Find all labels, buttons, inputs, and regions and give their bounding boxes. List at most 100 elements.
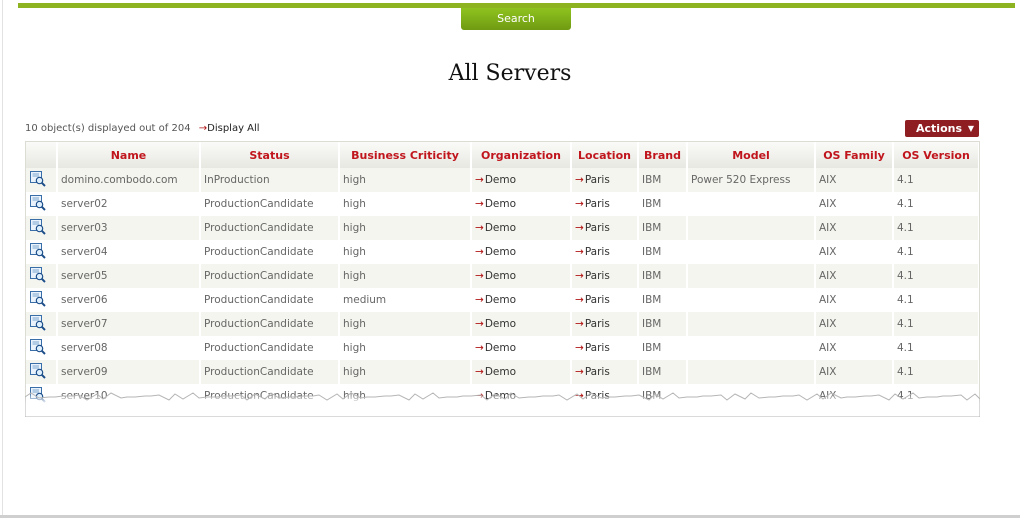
cell-organization[interactable]: →Demo (471, 360, 572, 384)
cell-status: InProduction (200, 168, 340, 192)
column-header-organization[interactable]: Organization (471, 142, 572, 168)
cell-organization[interactable]: →Demo (471, 264, 572, 288)
location-link[interactable]: Paris (585, 366, 610, 378)
column-header-status[interactable]: Status (200, 142, 340, 168)
organization-link[interactable]: Demo (485, 366, 516, 378)
organization-link[interactable]: Demo (485, 246, 516, 258)
cell-name: server08 (57, 336, 201, 360)
cell-model (687, 336, 816, 360)
result-count-text: 10 object(s) displayed out of 204 (25, 123, 191, 134)
magnifier-details-icon[interactable] (30, 362, 46, 382)
cell-name: server09 (57, 360, 201, 384)
row-details-cell (26, 336, 58, 360)
location-link[interactable]: Paris (585, 270, 610, 282)
organization-link[interactable]: Demo (485, 318, 516, 330)
cell-location[interactable]: →Paris (571, 168, 639, 192)
cell-brand: IBM (638, 312, 688, 336)
cell-brand: IBM (638, 360, 688, 384)
magnifier-details-icon[interactable] (30, 194, 46, 214)
cell-os-family: AIX (815, 288, 894, 312)
cell-location[interactable]: →Paris (571, 288, 639, 312)
location-link[interactable]: Paris (585, 342, 610, 354)
location-link[interactable]: Paris (585, 198, 610, 210)
cell-organization[interactable]: →Demo (471, 216, 572, 240)
arrow-right-icon: → (475, 342, 484, 354)
column-header-location[interactable]: Location (571, 142, 639, 168)
actions-button-label: Actions (916, 122, 962, 135)
cell-os-version: 4.1 (893, 288, 979, 312)
cell-organization[interactable]: →Demo (471, 312, 572, 336)
arrow-right-icon: → (475, 318, 484, 330)
table-row[interactable]: server04 ProductionCandidate high →Demo →Par… (26, 240, 979, 264)
column-header-os-version[interactable]: OS Version (893, 142, 979, 168)
organization-link[interactable]: Demo (485, 342, 516, 354)
cell-location[interactable]: →Paris (571, 192, 639, 216)
column-header-name[interactable]: Name (57, 142, 201, 168)
search-tab-button[interactable]: Search (461, 8, 571, 30)
cell-os-family: AIX (815, 192, 894, 216)
location-link[interactable]: Paris (585, 222, 610, 234)
magnifier-details-icon[interactable] (30, 218, 46, 238)
cell-os-version: 4.1 (893, 168, 979, 192)
organization-link[interactable]: Demo (485, 294, 516, 306)
cell-os-family: AIX (815, 264, 894, 288)
cell-organization[interactable]: →Demo (471, 192, 572, 216)
cell-organization[interactable]: →Demo (471, 336, 572, 360)
column-header-os-family[interactable]: OS Family (815, 142, 894, 168)
magnifier-details-icon[interactable] (30, 338, 46, 358)
location-link[interactable]: Paris (585, 246, 610, 258)
cell-organization[interactable]: →Demo (471, 168, 572, 192)
cell-location[interactable]: →Paris (571, 264, 639, 288)
cell-brand: IBM (638, 264, 688, 288)
table-row[interactable]: server07 ProductionCandidate high →Demo →Par… (26, 312, 979, 336)
arrow-right-icon: → (475, 198, 484, 210)
magnifier-details-icon[interactable] (30, 266, 46, 286)
arrow-right-icon: → (475, 246, 484, 258)
cell-location[interactable]: →Paris (571, 336, 639, 360)
torn-page-edge (25, 392, 980, 417)
organization-link[interactable]: Demo (485, 198, 516, 210)
magnifier-details-icon[interactable] (30, 314, 46, 334)
organization-link[interactable]: Demo (485, 270, 516, 282)
magnifier-details-icon[interactable] (30, 242, 46, 262)
arrow-right-icon: → (575, 246, 584, 258)
servers-table-container: Name Status Business Criticity Organizat… (25, 141, 980, 410)
location-link[interactable]: Paris (585, 318, 610, 330)
column-header-brand[interactable]: Brand (638, 142, 688, 168)
table-row[interactable]: server05 ProductionCandidate high →Demo →Par… (26, 264, 979, 288)
arrow-right-icon: → (575, 294, 584, 306)
column-header-business-criticity[interactable]: Business Criticity (339, 142, 472, 168)
cell-organization[interactable]: →Demo (471, 288, 572, 312)
cell-business-criticity: high (339, 192, 472, 216)
cell-location[interactable]: →Paris (571, 240, 639, 264)
caret-down-icon: ▼ (967, 124, 974, 133)
arrow-right-icon: → (475, 174, 484, 186)
table-row[interactable]: domino.combodo.com InProduction high →Demo →… (26, 168, 979, 192)
servers-table: Name Status Business Criticity Organizat… (26, 142, 979, 408)
organization-link[interactable]: Demo (485, 174, 516, 186)
cell-os-version: 4.1 (893, 192, 979, 216)
cell-os-version: 4.1 (893, 240, 979, 264)
organization-link[interactable]: Demo (485, 222, 516, 234)
cell-status: ProductionCandidate (200, 336, 340, 360)
cell-location[interactable]: →Paris (571, 312, 639, 336)
magnifier-details-icon[interactable] (30, 170, 46, 190)
cell-organization[interactable]: →Demo (471, 240, 572, 264)
cell-location[interactable]: →Paris (571, 216, 639, 240)
table-row[interactable]: server06 ProductionCandidate medium →Demo →P… (26, 288, 979, 312)
table-row[interactable]: server03 ProductionCandidate high →Demo →Par… (26, 216, 979, 240)
cell-os-family: AIX (815, 312, 894, 336)
column-header-model[interactable]: Model (687, 142, 816, 168)
location-link[interactable]: Paris (585, 174, 610, 186)
page-title: All Servers (448, 61, 572, 86)
location-link[interactable]: Paris (585, 294, 610, 306)
display-all-link[interactable]: Display All (207, 123, 259, 134)
table-row[interactable]: server08 ProductionCandidate high →Demo →Par… (26, 336, 979, 360)
actions-menu-button[interactable]: Actions ▼ (905, 120, 979, 137)
cell-brand: IBM (638, 168, 688, 192)
cell-location[interactable]: →Paris (571, 360, 639, 384)
cell-status: ProductionCandidate (200, 288, 340, 312)
table-row[interactable]: server02 ProductionCandidate high →Demo →Par… (26, 192, 979, 216)
magnifier-details-icon[interactable] (30, 290, 46, 310)
table-row[interactable]: server09 ProductionCandidate high →Demo →Par… (26, 360, 979, 384)
